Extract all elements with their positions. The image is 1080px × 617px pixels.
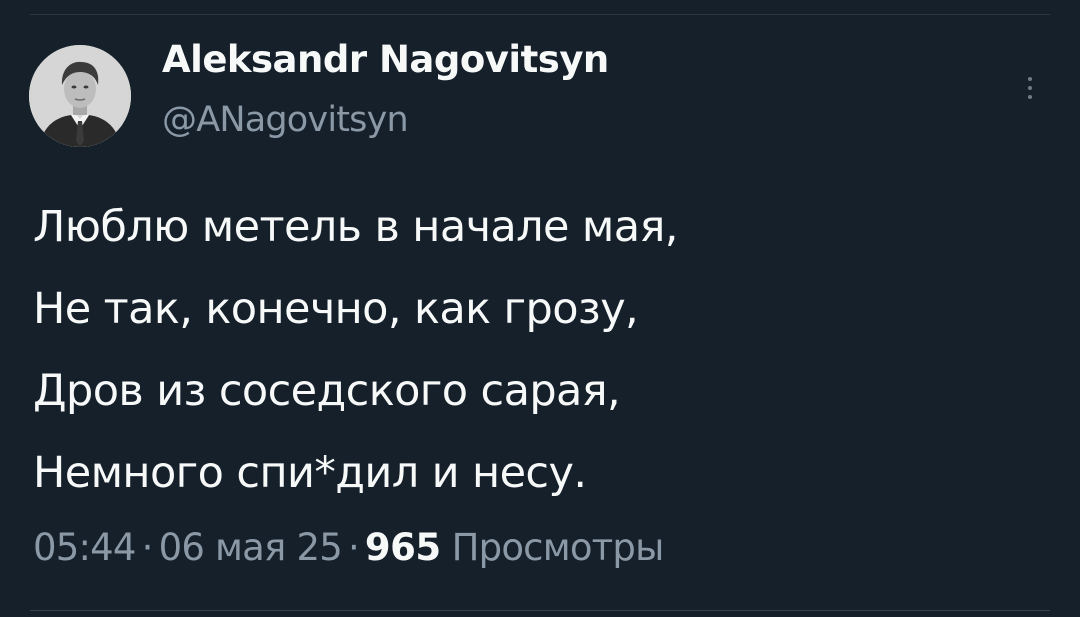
tweet-line: Не так, конечно, как грозу, (33, 284, 639, 334)
tweet-line: Люблю метель в начале мая, (33, 202, 678, 252)
more-vertical-icon-dot (1028, 95, 1032, 99)
avatar-portrait-image (29, 45, 131, 147)
tweet-time[interactable]: 05:44 (33, 526, 136, 569)
views-label[interactable]: Просмотры (452, 526, 665, 569)
tweet-meta: 05:44 · 06 мая 25 · 965 Просмотры (33, 526, 664, 569)
more-vertical-icon (1028, 77, 1032, 81)
avatar[interactable] (29, 45, 131, 147)
meta-separator: · (347, 526, 360, 569)
author-handle[interactable]: @ANagovitsyn (162, 100, 409, 140)
more-vertical-icon-dot (1028, 86, 1032, 90)
tweet-line: Немного спи*дил и несу. (33, 448, 587, 498)
bottom-divider (30, 610, 1050, 611)
views-count[interactable]: 965 (365, 526, 441, 569)
meta-separator: · (141, 526, 154, 569)
tweet-date[interactable]: 06 мая 25 (159, 526, 343, 569)
tweet-text: Люблю метель в начале мая, Не так, конеч… (33, 186, 1043, 514)
author-display-name[interactable]: Aleksandr Nagovitsyn (162, 38, 609, 81)
top-divider (30, 14, 1050, 15)
more-options-button[interactable] (1012, 68, 1048, 108)
tweet-line: Дров из соседского сарая, (33, 366, 621, 416)
